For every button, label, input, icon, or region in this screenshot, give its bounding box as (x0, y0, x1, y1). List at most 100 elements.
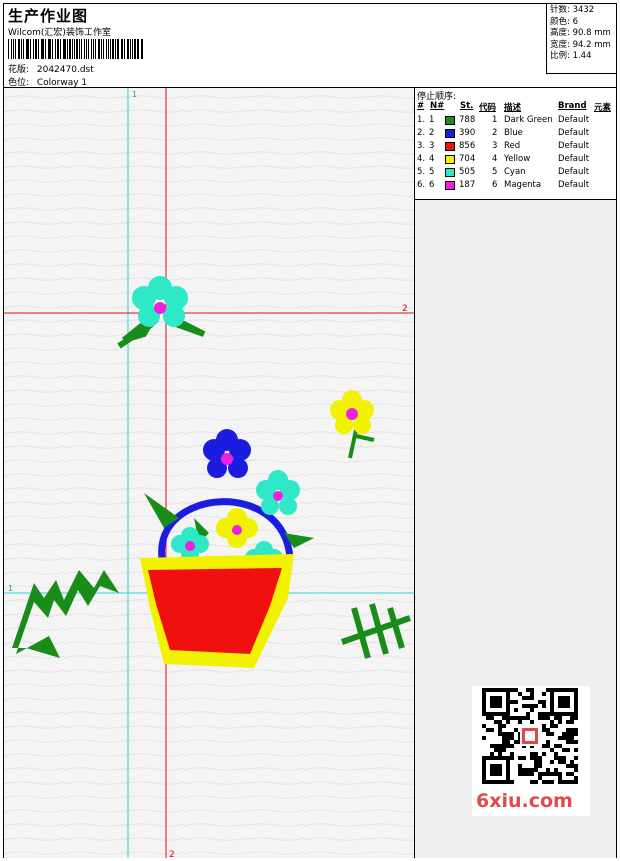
barcode-bar (122, 39, 124, 59)
design-scale: 比例: 1.44 (550, 51, 592, 61)
barcode-bar (49, 39, 51, 59)
stitch-count: 针数: 3432 (550, 5, 595, 15)
row-description: Cyan (504, 167, 526, 177)
barcode-bar (42, 39, 44, 59)
col-stitches: St. (460, 101, 474, 111)
color-swatch (445, 181, 455, 190)
pattern-row: 花版: 2042470.dst (8, 62, 94, 75)
watermark-text: 6xiu.com (476, 790, 573, 812)
col-code: 代码 (479, 103, 497, 113)
barcode-bar (55, 39, 56, 59)
row-stitches: 390 (459, 128, 476, 138)
v-guide-1-label: 1 (132, 90, 137, 99)
row-code: 2 (492, 128, 498, 138)
barcode-bar (64, 39, 66, 59)
stop-row[interactable]: 1. 1 788 1 Dark Green Default (415, 115, 616, 128)
barcode-bar (127, 39, 129, 59)
barcode-bar (102, 39, 104, 59)
barcode-bar (101, 39, 102, 59)
barcode-bar (59, 39, 61, 59)
row-description: Red (504, 141, 521, 151)
row-needle: 2 (429, 128, 435, 138)
stop-row[interactable]: 5. 5 505 5 Cyan Default (415, 167, 616, 180)
row-index: 1. (417, 115, 426, 125)
barcode-bar (23, 39, 24, 59)
col-index: # (417, 101, 425, 111)
embroidery-preview: 1 2 2 1 (4, 88, 414, 858)
barcode-bar (92, 39, 94, 59)
h-guide-2-label: 2 (402, 304, 408, 314)
barcode-bar (47, 39, 49, 59)
row-brand: Default (558, 141, 590, 151)
col-element: 元素 (594, 103, 612, 113)
row-needle: 5 (429, 167, 435, 177)
barcode-bar (134, 39, 136, 59)
barcode-bar (13, 39, 14, 59)
barcode-bar (73, 39, 75, 59)
row-stitches: 704 (459, 154, 476, 164)
sheet-header: 生产作业图 Wilcom(汇宏)装饰工作室 花版: 2042470.dst 色位… (4, 4, 616, 88)
color-swatch (445, 168, 455, 177)
barcode-bar (21, 39, 23, 59)
stop-sequence-table: 停止顺序: # N# St. 代码 描述 Brand 元素 1. 1 788 1 Dar… (415, 88, 616, 200)
company-name: Wilcom(汇宏)装饰工作室 (8, 28, 111, 38)
colorway-row: 色位: Colorway 1 (8, 75, 87, 88)
watermark: 6xiu.com (472, 686, 590, 816)
v-guide-2-label: 2 (169, 850, 175, 858)
barcode-bar (98, 39, 101, 59)
design-height: 高度: 90.8 mm (550, 28, 611, 38)
barcode-bar (44, 39, 46, 59)
barcode-bar (79, 39, 81, 59)
row-needle: 1 (429, 115, 435, 125)
barcode-bar (81, 39, 83, 59)
stop-row[interactable]: 4. 4 704 4 Yellow Default (415, 154, 616, 167)
barcode-bar (136, 39, 138, 59)
barcode-bar (108, 39, 109, 59)
row-code: 3 (492, 141, 498, 151)
barcode (8, 39, 144, 59)
barcode-bar (131, 39, 133, 59)
row-stitches: 856 (459, 141, 476, 151)
h-guide-1-label: 1 (8, 584, 13, 593)
stop-row[interactable]: 6. 6 187 6 Magenta Default (415, 180, 616, 193)
row-brand: Default (558, 180, 590, 190)
barcode-bar (138, 39, 140, 59)
row-index: 2. (417, 128, 426, 138)
row-description: Magenta (504, 180, 542, 190)
row-description: Dark Green (504, 115, 553, 125)
pattern-label: 花版: (8, 65, 30, 75)
barcode-bar (8, 39, 10, 59)
stop-row[interactable]: 2. 2 390 2 Blue Default (415, 128, 616, 141)
color-swatch (445, 142, 455, 151)
row-description: Blue (504, 128, 523, 138)
color-count: 颜色: 6 (550, 16, 578, 27)
color-swatch (445, 116, 455, 125)
colorway-value: Colorway 1 (36, 78, 88, 88)
col-description: 描述 (504, 103, 522, 113)
row-brand: Default (558, 128, 590, 138)
color-swatch (445, 155, 455, 164)
barcode-bar (38, 39, 39, 59)
col-needle: N# (430, 101, 445, 111)
barcode-bar (51, 39, 54, 59)
row-needle: 4 (429, 154, 435, 164)
barcode-bar (56, 39, 59, 59)
sheet-title: 生产作业图 (8, 7, 89, 25)
row-code: 5 (492, 167, 498, 177)
barcode-bar (27, 39, 29, 59)
row-index: 3. (417, 141, 426, 151)
barcode-bar (91, 39, 92, 59)
barcode-bar (40, 39, 42, 59)
row-brand: Default (558, 154, 590, 164)
barcode-bar (112, 39, 114, 59)
barcode-bar (129, 39, 131, 59)
barcode-bar (18, 39, 21, 59)
row-index: 6. (417, 180, 426, 190)
qr-code (482, 688, 578, 784)
row-brand: Default (558, 167, 590, 177)
colorway-label: 色位: (8, 78, 30, 88)
barcode-bar (34, 39, 38, 59)
stop-row[interactable]: 3. 3 856 3 Red Default (415, 141, 616, 154)
row-stitches: 788 (459, 115, 476, 125)
barcode-bar (71, 39, 73, 59)
